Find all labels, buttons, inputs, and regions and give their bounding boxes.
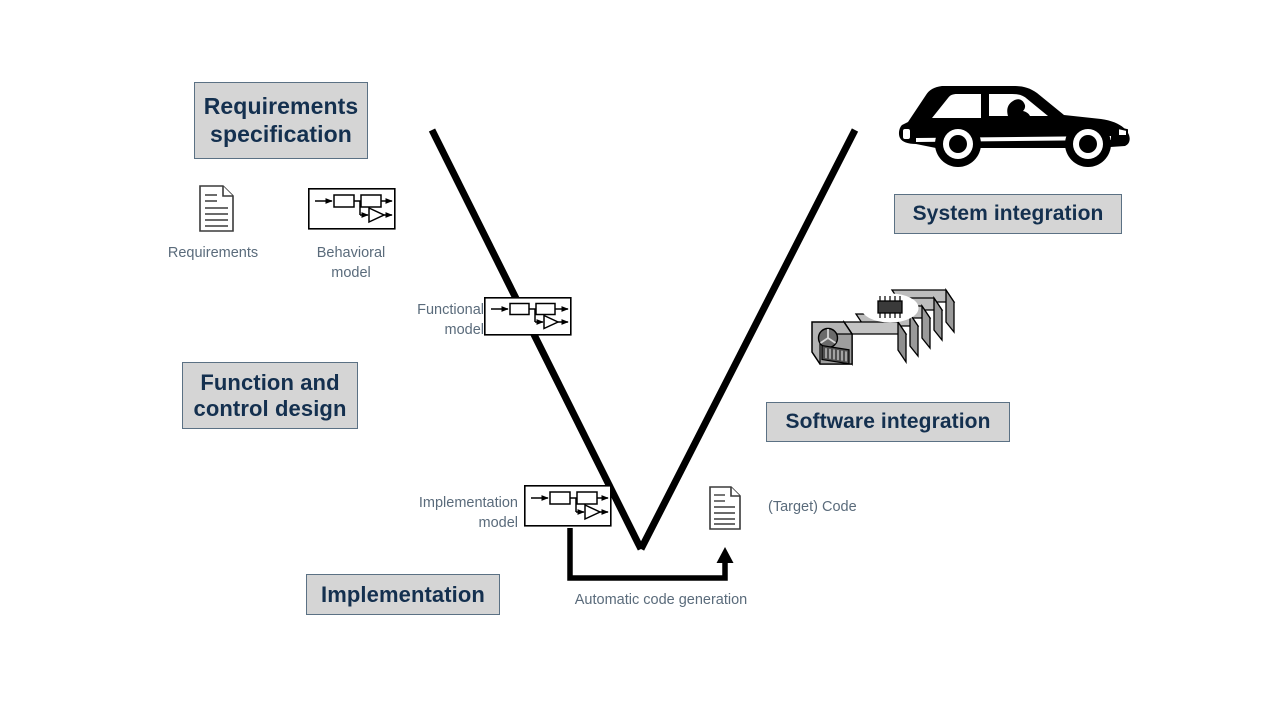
artifact-label-implementation-model: Implementation model	[418, 495, 518, 531]
stage-box-software-integration[interactable]: Software integration	[766, 402, 1010, 442]
ecu-icon	[811, 287, 956, 367]
stage-box-requirements-specification[interactable]: Requirements specification	[194, 82, 368, 159]
document-icon-target-code	[709, 486, 741, 530]
document-icon-requirements	[199, 185, 234, 232]
artifact-label-requirements: Requirements	[167, 245, 259, 261]
car-icon	[898, 86, 1130, 167]
stage-box-implementation[interactable]: Implementation	[306, 574, 500, 615]
block-diagram-icon-functional-model	[484, 297, 572, 336]
v-model-shape	[428, 128, 859, 551]
stage-box-system-integration[interactable]: System integration	[894, 194, 1122, 234]
diagram-canvas	[199, 86, 1130, 581]
artifact-label-target-code: (Target) Code	[768, 499, 857, 515]
flow-label-automatic-code-generation: Automatic code generation	[574, 592, 748, 608]
block-diagram-icon-implementation-model	[524, 485, 612, 527]
artifact-label-functional-model: Functional model	[417, 302, 484, 338]
block-diagram-icon-behavioral-model	[308, 188, 396, 230]
stage-box-function-and-control-design[interactable]: Function and control design	[182, 362, 358, 429]
artifact-label-behavioral-model: Behavioral model	[316, 245, 386, 281]
